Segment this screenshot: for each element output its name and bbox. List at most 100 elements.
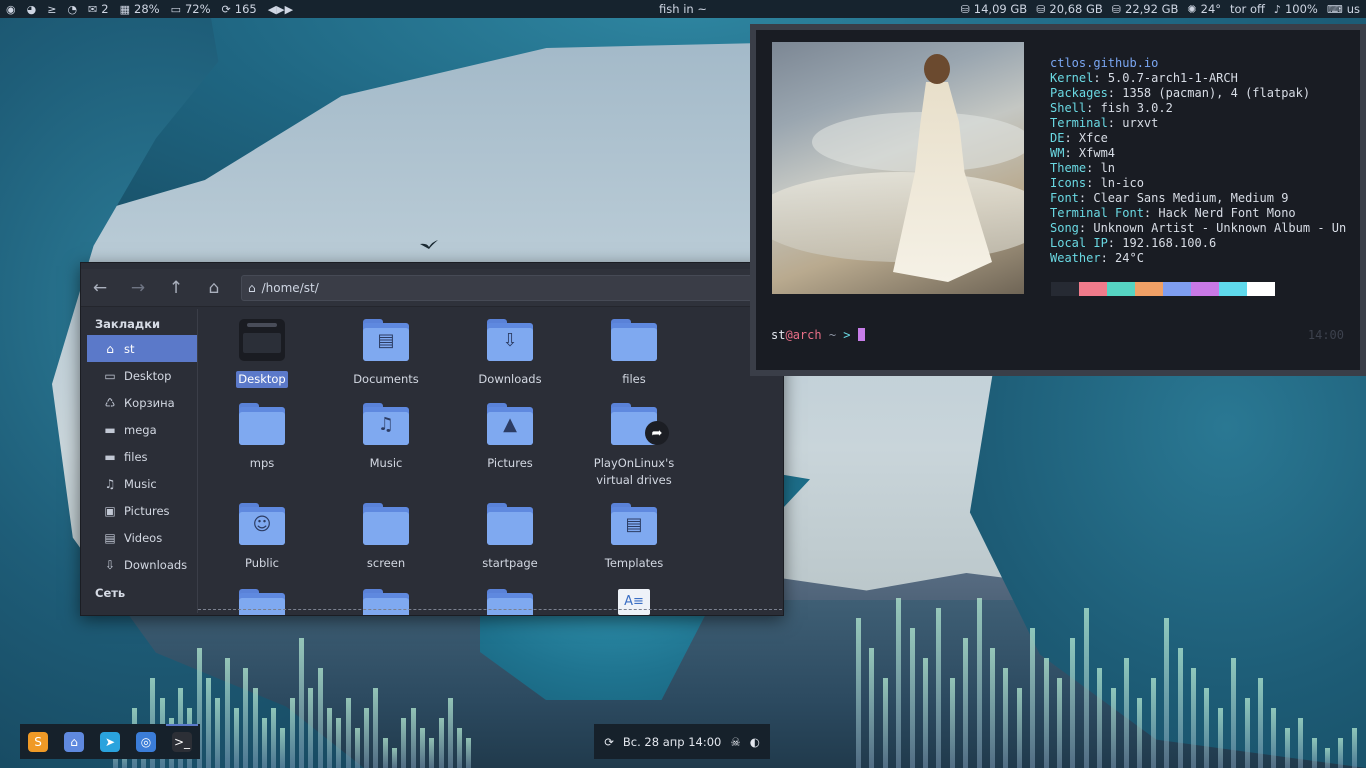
sidebar-item-music[interactable]: ♫ Music (87, 470, 197, 497)
dock-item[interactable]: ◎ (128, 724, 164, 759)
left-indicator[interactable]: ▭ 72% (171, 2, 211, 16)
info-value: 1358 (pacman), 4 (flatpak) (1122, 86, 1311, 100)
right-indicator-text: 20,68 GB (1049, 2, 1103, 16)
info-key: Icons (1050, 176, 1087, 190)
file-item-music[interactable]: ♫ Music (336, 403, 436, 472)
folder-icon: ☺ (239, 503, 285, 545)
active-window-title[interactable]: fish in ~ (659, 2, 707, 16)
info-value: Hack Nerd Font Mono (1158, 206, 1296, 220)
dock-item[interactable]: ⌂ (56, 724, 92, 759)
home-button[interactable]: ⌂ (195, 274, 233, 302)
home-icon: ⌂ (106, 341, 114, 356)
folder-icon (487, 503, 533, 545)
sidebar-item-downloads[interactable]: ⇩ Downloads (87, 551, 197, 578)
file-item-templates[interactable]: ▤ Templates (584, 503, 684, 572)
right-indicator[interactable]: ⌨ us (1327, 2, 1360, 16)
skull-icon[interactable]: ☠ (730, 735, 740, 749)
right-indicator-text: us (1346, 2, 1360, 16)
arrow-left-icon: ← (92, 277, 108, 298)
arrow-up-icon: ↑ (168, 277, 184, 298)
info-line: Packages: 1358 (pacman), 4 (flatpak) (1050, 86, 1311, 100)
right-indicator[interactable]: tor off (1230, 2, 1265, 16)
file-item-documents[interactable]: ▤ Documents (336, 319, 436, 388)
folder-icon: ▬ (104, 449, 116, 464)
videos-icon: ▤ (104, 530, 116, 545)
sidebar-item-desktop[interactable]: ▭ Desktop (87, 362, 197, 389)
left-indicator-text: 28% (134, 2, 160, 16)
file-item-label: Downloads (478, 372, 542, 386)
clock-widget: ⟳ Вс. 28 апр 14:00 ☠ ◐ (594, 724, 770, 759)
sidebar-item-videos[interactable]: ▤ Videos (87, 524, 197, 551)
up-button[interactable]: ↑ (157, 274, 195, 302)
terminal-window[interactable]: ctlos.github.io Kernel: 5.0.7-arch1-1-ARC… (756, 30, 1360, 370)
prompt-arrow: > (843, 328, 851, 342)
left-indicator[interactable]: ▦ 28% (120, 2, 160, 16)
info-line: Icons: ln-ico (1050, 176, 1144, 190)
file-manager-window: ← → ↑ ⌂ ⌂ /home/st/ Закладки ⌂ st ▭ Desktop… (80, 262, 784, 616)
right-indicator[interactable]: ⛁ 14,09 GB (961, 2, 1028, 16)
prompt-right-time: 14:00 (1307, 328, 1344, 342)
folder-icon: ⇩ (487, 319, 533, 361)
left-indicator[interactable]: ≥ (47, 3, 56, 16)
file-grid: Desktop ▤ Documents ⇩ Downloads files mps ♫ Musi… (198, 309, 783, 615)
desktop-icon: ▭ (104, 368, 116, 383)
dock-item[interactable]: S (20, 724, 56, 759)
left-indicator[interactable]: ✉ 2 (88, 2, 109, 16)
theme-toggle-icon[interactable]: ◐ (750, 735, 760, 749)
left-indicator[interactable]: ◀▶▶ (268, 3, 293, 16)
updates-icon: ⟳ (221, 2, 231, 16)
right-indicator[interactable]: ✺ 24° (1187, 2, 1221, 16)
left-indicator[interactable]: ⟳ 165 (222, 2, 257, 16)
palette-swatch (1191, 282, 1219, 296)
sidebar-item-st[interactable]: ⌂ st (87, 335, 197, 362)
sidebar-item-pictures[interactable]: ▣ Pictures (87, 497, 197, 524)
sidebar-item-mega[interactable]: ▬ mega (87, 416, 197, 443)
bird-icon (420, 240, 438, 249)
file-item-pictures[interactable]: ▲ Pictures (460, 403, 560, 472)
file-item-partial[interactable] (460, 589, 560, 615)
keyboard-icon: ⌨ (1326, 2, 1343, 16)
refresh-icon[interactable]: ⟳ (604, 735, 614, 749)
clock-text[interactable]: Вс. 28 апр 14:00 (623, 735, 721, 749)
info-line: Terminal Font: Hack Nerd Font Mono (1050, 206, 1296, 220)
file-item-label: mps (249, 456, 275, 470)
palette-swatch (1219, 282, 1247, 296)
palette-swatch (1107, 282, 1135, 296)
file-item-files[interactable]: files (584, 319, 684, 388)
home-icon: ⌂ (248, 280, 256, 295)
left-indicator[interactable]: ◔ (67, 3, 77, 16)
file-item-label: Desktop (236, 371, 288, 388)
folder-icon (239, 403, 285, 445)
file-item-screen[interactable]: screen (336, 503, 436, 572)
sidebar-item-label: st (124, 341, 135, 356)
location-bar[interactable]: ⌂ /home/st/ (241, 274, 771, 301)
back-button[interactable]: ← (81, 274, 119, 302)
file-item-downloads[interactable]: ⇩ Downloads (460, 319, 560, 388)
sidebar-item-корзина[interactable]: ♺ Корзина (87, 389, 197, 416)
right-indicator[interactable]: ⛁ 22,92 GB (1112, 2, 1179, 16)
info-key: DE (1050, 131, 1065, 145)
dock-item[interactable]: >_ (164, 724, 200, 759)
dock-item[interactable]: ➤ (92, 724, 128, 759)
file-item-playonlinux-s-virtual-drives[interactable]: ➦ PlayOnLinux's virtual drives (584, 403, 684, 489)
left-indicator[interactable]: ◉ (6, 3, 16, 16)
file-item-partial[interactable]: A≡ (584, 589, 684, 615)
file-item-startpage[interactable]: startpage (460, 503, 560, 572)
folder-icon (239, 589, 285, 615)
left-indicator[interactable]: ◕ (27, 3, 37, 16)
right-indicator[interactable]: ♪ 100% (1274, 2, 1318, 16)
forward-button[interactable]: → (119, 274, 157, 302)
file-item-partial[interactable] (212, 589, 312, 615)
right-indicator[interactable]: ⛁ 20,68 GB (1036, 2, 1103, 16)
info-value: 24°C (1115, 251, 1144, 265)
file-item-mps[interactable]: mps (212, 403, 312, 472)
file-item-label: Templates (604, 556, 664, 570)
text-document-icon: A≡ (618, 589, 650, 615)
file-item-desktop[interactable]: Desktop (212, 319, 312, 388)
file-item-public[interactable]: ☺ Public (212, 503, 312, 572)
sidebar-item-files[interactable]: ▬ files (87, 443, 197, 470)
file-item-label: Music (369, 456, 403, 470)
shell-prompt[interactable]: st@arch ~ > (771, 328, 865, 342)
info-value: ln (1100, 161, 1116, 175)
file-item-partial[interactable] (336, 589, 436, 615)
